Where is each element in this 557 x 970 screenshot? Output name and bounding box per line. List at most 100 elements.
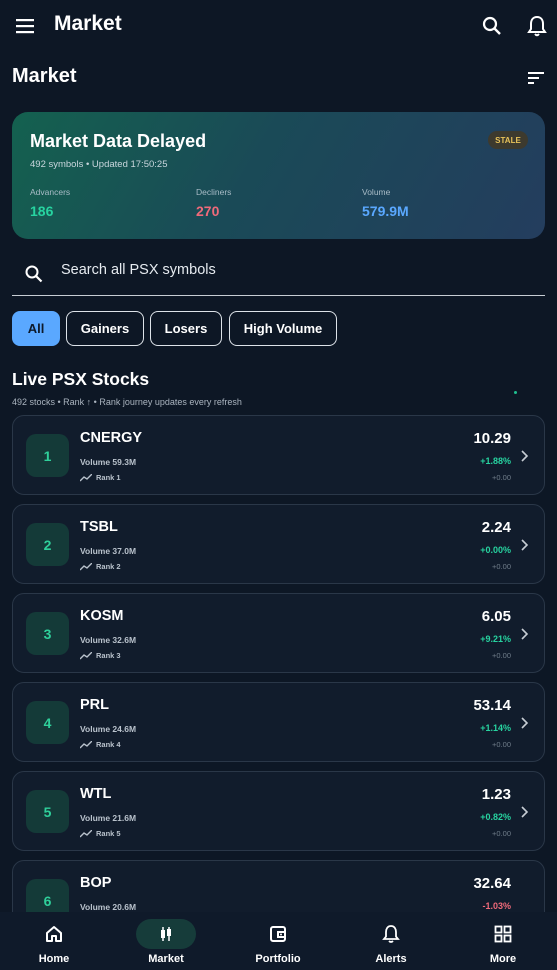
market-summary-card: Market Data Delayed 492 symbols • Update…: [12, 112, 545, 239]
wallet-icon: [270, 926, 286, 942]
stock-change-value: +0.00: [492, 473, 511, 482]
stock-row[interactable]: 4 PRL Volume 24.6M Rank 4 53.14 +1.14% +…: [12, 682, 545, 762]
stock-volume: Volume 37.0M: [80, 546, 137, 556]
trend-icon: [80, 473, 92, 481]
stock-volume: Volume 21.6M: [80, 813, 137, 823]
notifications-icon[interactable]: [526, 15, 548, 37]
rank-label: Rank 4: [96, 740, 121, 749]
filter-chip-all[interactable]: All: [12, 311, 60, 346]
chevron-right-icon: [521, 717, 529, 729]
filter-chip-high-volume[interactable]: High Volume: [229, 311, 337, 346]
stock-volume: Volume 32.6M: [80, 635, 137, 645]
chevron-right-icon: [521, 539, 529, 551]
nav-portfolio[interactable]: Portfolio: [228, 912, 328, 970]
app-bar: Market: [0, 0, 557, 52]
stock-row[interactable]: 1 CNERGY Volume 59.3M Rank 1 10.29 +1.88…: [12, 415, 545, 495]
stock-symbol: TSBL: [80, 519, 118, 535]
candlestick-icon: [161, 927, 171, 941]
chevron-right-icon: [521, 450, 529, 462]
nav-alerts[interactable]: Alerts: [341, 912, 441, 970]
stock-change-percent: +1.88%: [480, 456, 511, 466]
rank-journey: Rank 1: [80, 473, 121, 482]
stock-price: 2.24: [481, 519, 511, 536]
stock-price: 6.05: [481, 608, 511, 625]
stock-change-percent: +9.21%: [480, 634, 511, 644]
filter-chip-losers[interactable]: Losers: [150, 311, 222, 346]
menu-icon[interactable]: [14, 15, 36, 37]
chevron-right-icon: [521, 628, 529, 640]
stock-change-percent: +1.14%: [480, 723, 511, 733]
bell-icon: [382, 925, 400, 943]
advancers-stat: Advancers 186: [30, 187, 70, 219]
rank-badge: 5: [26, 790, 69, 833]
nav-market[interactable]: Market: [116, 912, 216, 970]
chevron-right-icon: [521, 806, 529, 818]
rank-journey: Rank 5: [80, 829, 121, 838]
rank-badge: 1: [26, 434, 69, 477]
stock-price: 1.23: [481, 786, 511, 803]
advancers-label: Advancers: [30, 187, 71, 197]
stock-symbol: BOP: [80, 875, 112, 891]
nav-home-label: Home: [38, 953, 70, 965]
rank-journey: Rank 4: [80, 740, 121, 749]
decliners-label: Decliners: [196, 187, 232, 197]
rank-label: Rank 2: [96, 562, 121, 571]
stock-change-percent: -1.03%: [482, 901, 511, 911]
section-subtitle: 492 stocks • Rank ↑ • Rank journey updat…: [12, 397, 242, 407]
decliners-value: 270: [196, 203, 220, 219]
summary-subtitle: 492 symbols • Updated 17:50:25: [30, 159, 168, 170]
stock-change-value: +0.00: [492, 740, 511, 749]
rank-label: Rank 5: [96, 829, 121, 838]
stock-change-value: +0.00: [492, 562, 511, 571]
stock-price: 53.14: [473, 697, 511, 714]
trend-icon: [80, 562, 92, 570]
stock-row[interactable]: 5 WTL Volume 21.6M Rank 5 1.23 +0.82% +0…: [12, 771, 545, 851]
sort-icon[interactable]: [526, 68, 546, 88]
volume-label: Volume: [362, 187, 391, 197]
search-icon[interactable]: [481, 15, 503, 37]
stock-change-value: +0.00: [492, 829, 511, 838]
rank-badge: 4: [26, 701, 69, 744]
stock-symbol: PRL: [80, 697, 109, 713]
decliners-stat: Decliners 270: [196, 187, 231, 219]
section-title: Live PSX Stocks: [12, 369, 150, 389]
grid-icon: [494, 925, 512, 943]
rank-journey: Rank 3: [80, 651, 121, 660]
nav-more[interactable]: More: [453, 912, 553, 970]
nav-more-label: More: [489, 953, 517, 965]
bottom-navigation: Home Market Portfolio Alerts More: [0, 912, 557, 970]
trend-icon: [80, 651, 92, 659]
stock-price: 32.64: [473, 875, 511, 892]
nav-portfolio-label: Portfolio: [255, 953, 301, 965]
stock-change-percent: +0.82%: [480, 812, 511, 822]
stock-row[interactable]: 3 KOSM Volume 32.6M Rank 3 6.05 +9.21% +…: [12, 593, 545, 673]
advancers-value: 186: [30, 203, 54, 219]
nav-home[interactable]: Home: [4, 912, 104, 970]
stock-change-percent: +0.00%: [480, 545, 511, 555]
rank-badge: 3: [26, 612, 69, 655]
stock-row[interactable]: 2 TSBL Volume 37.0M Rank 2 2.24 +0.00% +…: [12, 504, 545, 584]
stale-badge: STALE: [488, 131, 528, 149]
rank-journey: Rank 2: [80, 562, 121, 571]
live-indicator-dot: [514, 391, 517, 394]
search-placeholder: Search all PSX symbols: [61, 262, 216, 278]
rank-label: Rank 1: [96, 473, 121, 482]
stock-change-value: +0.00: [492, 651, 511, 660]
symbol-search-input[interactable]: Search all PSX symbols: [12, 250, 545, 296]
home-icon: [46, 926, 62, 942]
summary-title: Market Data Delayed: [30, 131, 207, 151]
trend-icon: [80, 829, 92, 837]
stock-volume: Volume 24.6M: [80, 724, 137, 734]
nav-market-label: Market: [148, 953, 184, 965]
stock-symbol: KOSM: [80, 608, 124, 624]
volume-stat: Volume 579.9M: [362, 187, 409, 219]
stock-volume: Volume 20.6M: [80, 902, 137, 912]
nav-alerts-label: Alerts: [375, 953, 407, 965]
stock-symbol: CNERGY: [80, 430, 143, 446]
search-icon: [25, 265, 43, 283]
filter-chip-gainers[interactable]: Gainers: [66, 311, 144, 346]
rank-badge: 2: [26, 523, 69, 566]
page-title: Market: [12, 65, 77, 87]
stock-price: 10.29: [473, 430, 511, 447]
stock-symbol: WTL: [80, 786, 112, 802]
